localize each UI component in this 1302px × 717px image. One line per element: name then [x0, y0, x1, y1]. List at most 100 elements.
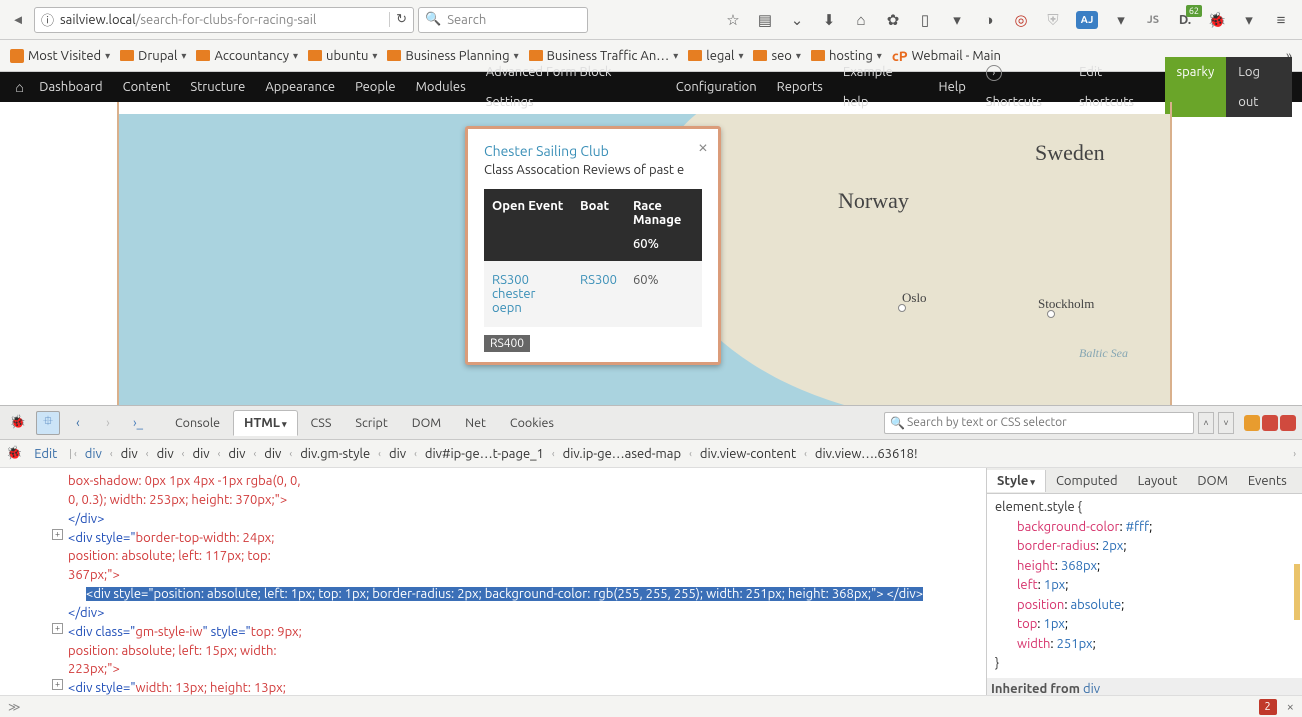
- th-percent: 60%: [625, 237, 702, 261]
- boat-link[interactable]: RS300: [580, 273, 617, 287]
- nav-back-icon[interactable]: ‹: [66, 411, 90, 435]
- expand-icon[interactable]: +: [52, 623, 63, 634]
- side-tab-computed[interactable]: Computed: [1046, 470, 1128, 492]
- shield-icon[interactable]: ⛨: [1044, 11, 1062, 29]
- admin-reports[interactable]: Reports: [767, 72, 833, 102]
- admin-people[interactable]: People: [345, 72, 405, 102]
- reload-icon[interactable]: ↻: [389, 12, 407, 27]
- bookmark-seo[interactable]: seo▾: [753, 49, 800, 63]
- tab-dom[interactable]: DOM: [401, 410, 452, 436]
- side-tab-events[interactable]: Events: [1238, 470, 1297, 492]
- bc-item[interactable]: div: [115, 445, 144, 463]
- bc-item[interactable]: div: [222, 445, 251, 463]
- home-icon[interactable]: ⌂: [852, 11, 870, 29]
- close-icon[interactable]: ×: [698, 137, 708, 157]
- console-toggle-icon[interactable]: ›_: [126, 411, 150, 435]
- tab-console[interactable]: Console: [164, 410, 231, 436]
- bookmark-most-visited[interactable]: Most Visited▾: [10, 49, 110, 63]
- admin-appearance[interactable]: Appearance: [255, 72, 345, 102]
- notes-icon[interactable]: ▯: [916, 11, 934, 29]
- bookmark-star-icon[interactable]: ☆: [724, 11, 742, 29]
- bookmark-ubuntu[interactable]: ubuntu▾: [308, 49, 377, 63]
- back-button[interactable]: ◄: [6, 8, 30, 32]
- bc-item[interactable]: div#ip-ge…t-page_1: [419, 445, 550, 463]
- side-tab-layout[interactable]: Layout: [1128, 470, 1188, 492]
- url-bar[interactable]: ⓘ sailview.local/search-for-clubs-for-ra…: [34, 7, 414, 33]
- footer-close-icon[interactable]: ×: [1287, 700, 1294, 714]
- devtools-minimize[interactable]: [1244, 415, 1260, 431]
- bc-item[interactable]: div: [151, 445, 180, 463]
- folder-icon: [308, 50, 322, 61]
- d-badge-icon[interactable]: D.62: [1176, 11, 1194, 29]
- map-marker-stockholm: [1047, 310, 1055, 318]
- reader-icon[interactable]: ▤: [756, 11, 774, 29]
- event-link[interactable]: RS300 chester oepn: [492, 273, 535, 315]
- style-rules[interactable]: element.style { background-color: #fff; …: [987, 494, 1302, 695]
- tab-css[interactable]: CSS: [300, 410, 343, 436]
- devtools-search-input[interactable]: [884, 412, 1194, 434]
- js-icon[interactable]: JS: [1144, 11, 1162, 29]
- pocket-icon[interactable]: ⌄: [788, 11, 806, 29]
- selected-node[interactable]: <div style="position: absolute; left: 1p…: [86, 587, 923, 601]
- admin-help[interactable]: Help: [929, 72, 976, 102]
- bc-item[interactable]: div.view….63618!: [809, 445, 924, 463]
- admin-dashboard[interactable]: Dashboard: [29, 72, 112, 102]
- table-row: RS300 chester oepn RS300 60%: [484, 261, 702, 327]
- expand-icon[interactable]: +: [52, 679, 63, 690]
- folder-icon: [753, 50, 767, 61]
- nav-fwd-icon[interactable]: ›: [96, 411, 120, 435]
- admin-content[interactable]: Content: [113, 72, 181, 102]
- inspect-icon[interactable]: ⯐: [36, 411, 60, 435]
- map-label-baltic: Baltic Sea: [1079, 346, 1128, 361]
- bc-item[interactable]: div.view-content: [694, 445, 802, 463]
- folder-icon: [811, 50, 825, 61]
- chevron-down-icon[interactable]: ▾: [948, 11, 966, 29]
- bug-icon[interactable]: 🐞: [1208, 11, 1226, 29]
- info-title[interactable]: Chester Sailing Club: [484, 143, 702, 159]
- firebug-small-icon[interactable]: 🐞: [6, 446, 22, 461]
- tab-script[interactable]: Script: [344, 410, 398, 436]
- search-icon: 🔍: [425, 12, 441, 27]
- devtools-close[interactable]: [1280, 415, 1296, 431]
- console-prompt-icon[interactable]: ≫: [8, 700, 21, 714]
- bc-item[interactable]: div.gm-style: [294, 445, 376, 463]
- side-tab-style[interactable]: Style▾: [987, 470, 1046, 492]
- admin-modules[interactable]: Modules: [406, 72, 476, 102]
- bc-item[interactable]: div: [79, 445, 108, 463]
- evernote-icon[interactable]: ✿: [884, 11, 902, 29]
- info-tag[interactable]: RS400: [484, 335, 530, 352]
- firebug-icon[interactable]: 🐞: [6, 411, 30, 435]
- expand-icon[interactable]: +: [52, 529, 63, 540]
- circle-icon[interactable]: ◑: [980, 11, 998, 29]
- bookmark-accountancy[interactable]: Accountancy▾: [196, 49, 298, 63]
- more-chevron-icon[interactable]: ▾: [1240, 11, 1258, 29]
- bc-item[interactable]: div.ip-ge…ased-map: [557, 445, 687, 463]
- bc-item[interactable]: div: [258, 445, 287, 463]
- bookmark-legal[interactable]: legal▾: [688, 49, 743, 63]
- target-icon[interactable]: ◎: [1012, 11, 1030, 29]
- browser-search[interactable]: 🔍 Search: [418, 7, 588, 33]
- downloads-icon[interactable]: ⬇: [820, 11, 838, 29]
- admin-configuration[interactable]: Configuration: [666, 72, 767, 102]
- breadcrumb-edit[interactable]: Edit: [24, 447, 67, 461]
- devtools-html-tree[interactable]: box-shadow: 0px 1px 4px -1px rgba(0, 0, …: [0, 468, 986, 695]
- bc-item[interactable]: div: [186, 445, 215, 463]
- th-open-event: Open Event: [484, 189, 572, 237]
- bc-item[interactable]: div: [383, 445, 412, 463]
- google-map[interactable]: Sweden Norway Oslo Stockholm Baltic Sea …: [119, 114, 1170, 405]
- search-next[interactable]: ˅: [1218, 412, 1234, 434]
- devtools-detach[interactable]: [1262, 415, 1278, 431]
- dev-chevron-icon[interactable]: ▾: [1112, 11, 1130, 29]
- tab-html[interactable]: HTML▾: [233, 410, 297, 436]
- side-tab-more[interactable]: ▸: [1297, 473, 1302, 488]
- admin-home-icon[interactable]: ⌂: [10, 79, 29, 95]
- hamburger-icon[interactable]: ≡: [1272, 11, 1290, 29]
- aj-icon[interactable]: AJ: [1076, 11, 1098, 29]
- side-tab-dom[interactable]: DOM: [1187, 470, 1238, 492]
- error-badge[interactable]: 2: [1259, 699, 1277, 715]
- search-prev[interactable]: ˄: [1198, 412, 1214, 434]
- bookmark-drupal[interactable]: Drupal▾: [120, 49, 186, 63]
- admin-structure[interactable]: Structure: [180, 72, 255, 102]
- tab-cookies[interactable]: Cookies: [499, 410, 565, 436]
- tab-net[interactable]: Net: [454, 410, 497, 436]
